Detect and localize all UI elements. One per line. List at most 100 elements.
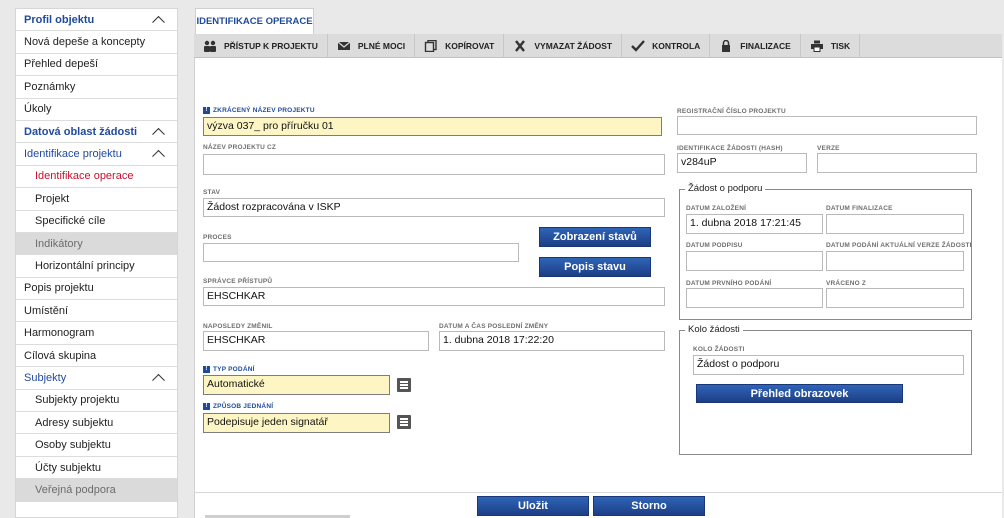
plne-moci-button[interactable]: PLNÉ MOCI — [328, 34, 416, 58]
datum-zmeny-field[interactable]: 1. dubna 2018 17:22:20 — [439, 331, 665, 351]
toolbar-button-label: FINALIZACE — [740, 41, 791, 51]
vraceno-field[interactable] — [826, 288, 964, 308]
copy-icon — [424, 39, 438, 53]
sidebar-item-label: Profil objektu — [24, 13, 95, 26]
short-name-label: ! ZKRÁCENÝ NÁZEV PROJEKTU — [203, 107, 315, 114]
sidebar-item-label: Nová depeše a koncepty — [24, 36, 146, 49]
sidebar-item-harmonogram[interactable]: Harmonogram — [16, 322, 177, 345]
spravce-label: SPRÁVCE PŘÍSTUPŮ — [203, 278, 273, 285]
kopirovat-button[interactable]: KOPÍROVAT — [415, 34, 505, 58]
sidebar-item-identifikace-operace[interactable]: Identifikace operace — [16, 166, 177, 189]
toolbar-button-label: KONTROLA — [652, 41, 701, 51]
name-cz-label: NÁZEV PROJEKTU CZ — [203, 144, 277, 151]
cancel-button[interactable]: Storno — [593, 496, 705, 516]
finalizace-button[interactable]: FINALIZACE — [710, 34, 801, 58]
sidebar-item-label: Harmonogram — [24, 327, 95, 340]
sidebar-item-prehled-depesi[interactable]: Přehled depeší — [16, 54, 177, 77]
datum-podpisu-field[interactable] — [686, 251, 823, 271]
sidebar-item-label: Datová oblast žádosti — [24, 125, 138, 138]
main-form: ! ZKRÁCENÝ NÁZEV PROJEKTU výzva 037_ pro … — [194, 58, 1002, 518]
sidebar-item-label: Osoby subjektu — [35, 439, 111, 452]
app-page: Profil objektu Nová depeše a koncepty Přeh… — [0, 0, 1004, 518]
sidebar-item-label: Adresy subjektu — [35, 416, 114, 429]
verze-field[interactable] — [817, 153, 977, 173]
action-toolbar: PŘÍSTUP K PROJEKTU PLNÉ MOCI KOPÍROVAT VYMA… — [194, 34, 1002, 58]
sidebar-item-datova-oblast-zadosti[interactable]: Datová oblast žádosti — [16, 121, 177, 144]
datum-zalozeni-field[interactable]: 1. dubna 2018 17:21:45 — [686, 214, 823, 234]
zpusob-jednani-field[interactable]: Podepisuje jeden signatář — [203, 413, 390, 433]
spravce-field[interactable]: EHSCHKAR — [203, 287, 665, 306]
kontrola-button[interactable]: KONTROLA — [622, 34, 711, 58]
chevron-up-icon[interactable] — [152, 373, 165, 387]
sidebar-item-label: Cílová skupina — [24, 349, 97, 362]
sidebar-nav: Profil objektu Nová depeše a koncepty Přeh… — [15, 8, 178, 518]
name-cz-field[interactable] — [203, 154, 665, 175]
sidebar-item-horizontalni-principy[interactable]: Horizontální principy — [16, 255, 177, 278]
short-name-field[interactable]: výzva 037_ pro příručku 01 — [203, 117, 662, 136]
datum-podani-label: DATUM PODÁNÍ AKTUÁLNÍ VERZE ŽÁDOSTI — [826, 242, 972, 249]
toolbar-button-label: VYMAZAT ŽÁDOST — [534, 41, 613, 51]
sidebar-item-label: Umístění — [24, 304, 69, 317]
datum-podani-field[interactable] — [826, 251, 964, 271]
typ-podani-field[interactable]: Automatické — [203, 375, 390, 395]
datum-prvniho-label: DATUM PRVNÍHO PODÁNÍ — [686, 280, 772, 287]
save-button[interactable]: Uložit — [477, 496, 589, 516]
datum-zalozeni-label: DATUM ZALOŽENÍ — [686, 205, 747, 212]
prehled-obrazovek-button[interactable]: Přehled obrazovek — [696, 384, 903, 403]
tab-identifikace-operace[interactable]: IDENTIFIKACE OPERACE — [195, 8, 314, 34]
sidebar-item-umisteni[interactable]: Umístění — [16, 300, 177, 323]
stav-label: STAV — [203, 189, 221, 196]
sidebar-item-projekt[interactable]: Projekt — [16, 188, 177, 211]
list-icon[interactable] — [397, 415, 411, 429]
vraceno-label: VRÁCENO Z — [826, 280, 867, 287]
sidebar-item-verejna-podpora: Veřejná podpora — [16, 479, 177, 502]
reg-cislo-label: REGISTRAČNÍ ČÍSLO PROJEKTU — [677, 108, 786, 115]
naposledy-label: NAPOSLEDY ZMĚNIL — [203, 323, 273, 330]
chevron-up-icon[interactable] — [152, 15, 165, 29]
sidebar-item-ukoly[interactable]: Úkoly — [16, 99, 177, 121]
reg-cislo-field[interactable] — [677, 116, 977, 135]
sidebar-item-adresy-subjektu[interactable]: Adresy subjektu — [16, 412, 177, 435]
proces-field[interactable] — [203, 243, 519, 262]
sidebar-item-profil-objektu[interactable]: Profil objektu — [16, 9, 177, 32]
sidebar-item-ucty-subjektu[interactable]: Účty subjektu — [16, 457, 177, 480]
toolbar-button-label: TISK — [830, 41, 851, 51]
required-icon: ! — [203, 366, 210, 373]
tisk-button[interactable]: TISK — [801, 34, 861, 58]
sidebar-item-subjekty-projektu[interactable]: Subjekty projektu — [16, 390, 177, 413]
typ-podani-label: ! TYP PODÁNÍ — [203, 366, 255, 373]
sidebar-item-popis-projektu[interactable]: Popis projektu — [16, 278, 177, 301]
pristup-k-projektu-button[interactable]: PŘÍSTUP K PROJEKTU — [194, 34, 328, 58]
sidebar-item-label: Subjekty — [24, 371, 67, 384]
sidebar-item-label: Subjekty projektu — [35, 394, 120, 407]
list-icon[interactable] — [397, 378, 411, 392]
sidebar-item-cilova-skupina[interactable]: Cílová skupina — [16, 345, 177, 368]
sidebar-item-subjekty[interactable]: Subjekty — [16, 367, 177, 390]
naposledy-field[interactable]: EHSCHKAR — [203, 331, 429, 351]
chevron-up-icon[interactable] — [152, 127, 165, 141]
check-icon — [631, 40, 646, 52]
sidebar-item-label: Úkoly — [24, 103, 52, 116]
lock-icon — [719, 39, 733, 52]
sidebar-item-identifikace-projektu[interactable]: Identifikace projektu — [16, 143, 177, 166]
kolo-field[interactable]: Žádost o podporu — [693, 355, 964, 375]
popis-stavu-button[interactable]: Popis stavu — [539, 257, 651, 277]
sidebar-item-label: Přehled depeší — [24, 58, 98, 71]
sidebar-item-label: Horizontální principy — [35, 259, 135, 272]
toolbar-button-label: PŘÍSTUP K PROJEKTU — [224, 41, 318, 51]
sidebar-item-label: Specifické cíle — [35, 215, 106, 228]
kolo-label: KOLO ŽÁDOSTI — [693, 346, 745, 353]
stav-field[interactable]: Žádost rozpracována v ISKP — [203, 198, 665, 217]
sidebar-item-label: Identifikace operace — [35, 170, 134, 183]
datum-finalizace-field[interactable] — [826, 214, 964, 234]
zobrazeni-stavu-button[interactable]: Zobrazení stavů — [539, 227, 651, 247]
sidebar-item-specificke-cile[interactable]: Specifické cíle — [16, 211, 177, 233]
sidebar-item-poznamky[interactable]: Poznámky — [16, 76, 177, 99]
chevron-up-icon[interactable] — [152, 149, 165, 163]
datum-prvniho-field[interactable] — [686, 288, 823, 308]
hash-field[interactable]: v284uP — [677, 153, 807, 173]
sidebar-item-nova-depese-a-koncepty[interactable]: Nová depeše a koncepty — [16, 31, 177, 54]
sidebar-item-osoby-subjektu[interactable]: Osoby subjektu — [16, 434, 177, 457]
vymazat-zadost-button[interactable]: VYMAZAT ŽÁDOST — [504, 34, 623, 58]
footer-divider — [194, 492, 1002, 493]
